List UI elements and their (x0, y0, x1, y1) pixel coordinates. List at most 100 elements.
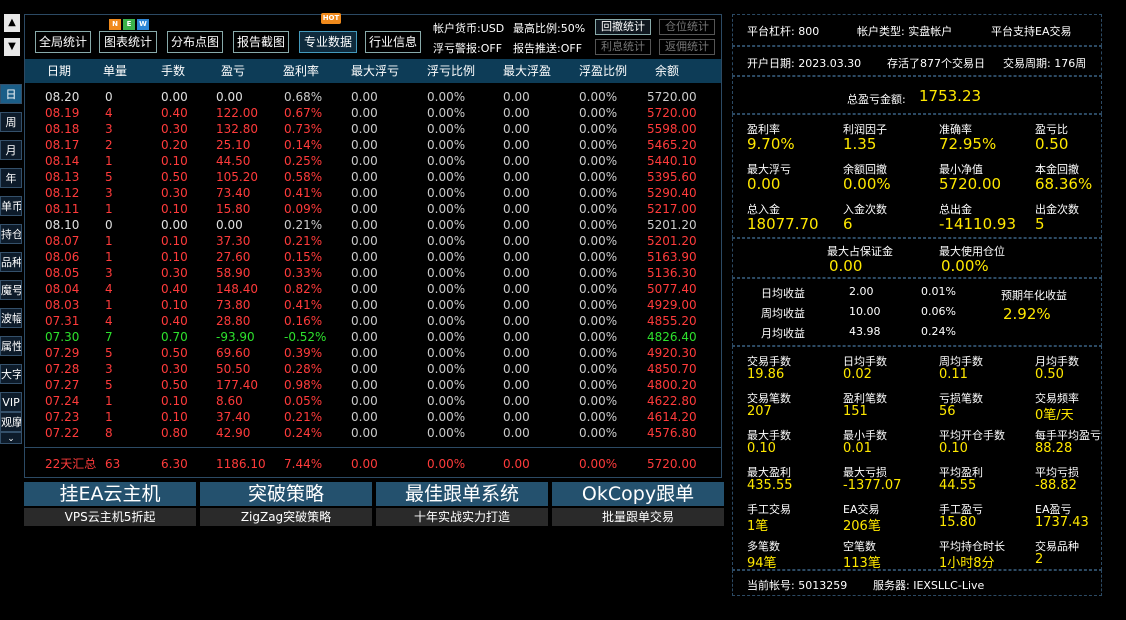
expand-chevron-icon[interactable]: ⌄ (0, 432, 22, 444)
side-vip-button[interactable]: VIP (0, 392, 22, 412)
trade-stat-value: 19.86 (747, 367, 785, 382)
cell-lossratio: 0.00% (427, 346, 466, 360)
side-holding-button[interactable]: 持仓 (0, 224, 22, 244)
period-week-button[interactable]: 周 (0, 112, 22, 132)
col-lots[interactable]: 手数 (161, 59, 185, 83)
avg-percent: 0.24% (921, 325, 956, 338)
cell-lots: 0.40 (161, 106, 188, 120)
position-stats-button[interactable]: 仓位统计 (659, 19, 715, 35)
cell-lossratio: 0.00% (427, 186, 466, 200)
table-row[interactable]: 08.06 1 0.10 27.60 0.15% 0.00 0.00% 0.00 0.00% 51… (25, 249, 721, 265)
banner-okcopy[interactable]: OkCopy跟单 批量跟单交易 (552, 482, 724, 526)
table-row[interactable]: 08.18 3 0.30 132.80 0.73% 0.00 0.00% 0.00 0.00% 5… (25, 121, 721, 137)
cell-maxloss: 0.00 (351, 234, 378, 248)
cell-maxloss: 0.00 (351, 186, 378, 200)
col-balance[interactable]: 余额 (655, 59, 679, 83)
avg-percent: 0.06% (921, 305, 956, 318)
cell-count: 5 (105, 170, 113, 184)
global-stats-button[interactable]: 全局统计 (35, 31, 91, 53)
current-account: 当前帐号: 5013259 (747, 579, 848, 592)
cell-lots: 0.30 (161, 362, 188, 376)
table-row[interactable]: 07.31 4 0.40 28.80 0.16% 0.00 0.00% 0.00 0.00% 48… (25, 313, 721, 329)
side-observe-button[interactable]: 观摩 (0, 412, 22, 432)
cell-date: 07.30 (45, 330, 80, 344)
table-row[interactable]: 08.19 4 0.40 122.00 0.67% 0.00 0.00% 0.00 0.00% 5… (25, 105, 721, 121)
cell-maxloss: 0.00 (351, 138, 378, 152)
cell-date: 08.04 (45, 282, 80, 296)
scroll-up-icon[interactable]: ▲ (4, 14, 20, 32)
side-single-currency-button[interactable]: 单币 (0, 196, 22, 216)
table-row[interactable]: 08.13 5 0.50 105.20 0.58% 0.00 0.00% 0.00 0.00% 5… (25, 169, 721, 185)
trade-stat-value: 1小时8分 (939, 556, 995, 571)
cell-lossratio: 0.00% (427, 330, 466, 344)
col-maxloss[interactable]: 最大浮亏 (351, 59, 399, 83)
cell-rate: 0.41% (284, 298, 323, 312)
table-row[interactable]: 07.28 3 0.30 50.50 0.28% 0.00 0.00% 0.00 0.00% 48… (25, 361, 721, 377)
col-lossratio[interactable]: 浮亏比例 (427, 59, 475, 83)
banner-copytrade[interactable]: 最佳跟单系统 十年实战实力打造 (376, 482, 548, 526)
distribution-chart-button[interactable]: 分布点图 (167, 31, 223, 53)
cell-balance: 5465.20 (647, 138, 697, 152)
col-gainratio[interactable]: 浮盈比例 (579, 59, 627, 83)
table-row[interactable]: 07.23 1 0.10 37.40 0.21% 0.00 0.00% 0.00 0.00% 46… (25, 409, 721, 425)
col-count[interactable]: 单量 (103, 59, 127, 83)
trade-stat-value: 44.55 (939, 478, 977, 493)
report-screenshot-button[interactable]: 报告截图 (233, 31, 289, 53)
side-magic-button[interactable]: 魔号 (0, 280, 22, 300)
table-row[interactable]: 08.03 1 0.10 73.80 0.41% 0.00 0.00% 0.00 0.00% 49… (25, 297, 721, 313)
industry-info-button[interactable]: 行业信息 (365, 31, 421, 53)
cell-gainratio: 0.00% (579, 362, 618, 376)
cell-maxloss: 0.00 (351, 346, 378, 360)
cell-maxgain: 0.00 (503, 282, 530, 296)
table-row[interactable]: 08.07 1 0.10 37.30 0.21% 0.00 0.00% 0.00 0.00% 52… (25, 233, 721, 249)
period-day-button[interactable]: 日 (0, 84, 22, 104)
cell-pnl: 25.10 (216, 138, 251, 152)
period-month-button[interactable]: 月 (0, 140, 22, 160)
side-bigfont-button[interactable]: 大字 (0, 364, 22, 384)
table-row[interactable]: 07.22 8 0.80 42.90 0.24% 0.00 0.00% 0.00 0.00% 45… (25, 425, 721, 441)
cell-lots: 0.10 (161, 394, 188, 408)
col-pnl[interactable]: 盈亏 (221, 59, 245, 83)
col-date[interactable]: 日期 (47, 59, 71, 83)
side-symbol-button[interactable]: 品种 (0, 252, 22, 272)
cell-balance: 5217.00 (647, 202, 697, 216)
trade-stat-value: 206笔 (843, 519, 881, 534)
pro-data-button[interactable]: 专业数据 (299, 31, 357, 53)
col-maxgain[interactable]: 最大浮盈 (503, 59, 551, 83)
interest-stats-button[interactable]: 利息统计 (595, 39, 651, 55)
stat-value: -14110.93 (939, 215, 1016, 233)
table-row[interactable]: 07.24 1 0.10 8.60 0.05% 0.00 0.00% 0.00 0.00% 462… (25, 393, 721, 409)
scroll-down-icon[interactable]: ▼ (4, 38, 20, 56)
table-row[interactable]: 08.20 0 0.00 0.00 0.68% 0.00 0.00% 0.00 0.00% 572… (25, 89, 721, 105)
rebate-stats-button[interactable]: 返佣统计 (659, 39, 715, 55)
trade-stat-value: 151 (843, 404, 868, 419)
cell-lossratio: 0.00% (427, 218, 466, 232)
cell-date: 08.13 (45, 170, 80, 184)
side-amplitude-button[interactable]: 波幅 (0, 308, 22, 328)
banner-breakout[interactable]: 突破策略 ZigZag突破策略 (200, 482, 372, 526)
table-row[interactable]: 08.17 2 0.20 25.10 0.14% 0.00 0.00% 0.00 0.00% 54… (25, 137, 721, 153)
cell-lossratio: 0.00% (427, 170, 466, 184)
side-attribute-button[interactable]: 属性 (0, 336, 22, 356)
table-row[interactable]: 08.04 4 0.40 148.40 0.82% 0.00 0.00% 0.00 0.00% 5… (25, 281, 721, 297)
table-row[interactable]: 08.05 3 0.30 58.90 0.33% 0.00 0.00% 0.00 0.00% 51… (25, 265, 721, 281)
cell-lossratio: 0.00% (427, 122, 466, 136)
cell-lossratio: 0.00% (427, 266, 466, 280)
cell-gainratio: 0.00% (579, 202, 618, 216)
cell-lossratio: 0.00% (427, 426, 466, 440)
table-row[interactable]: 07.27 5 0.50 177.40 0.98% 0.00 0.00% 0.00 0.00% 4… (25, 377, 721, 393)
trade-stat-value: 0.11 (939, 367, 968, 382)
banner-vps[interactable]: 挂EA云主机 VPS云主机5折起 (24, 482, 196, 526)
cell-lossratio: 0.00% (427, 154, 466, 168)
chart-stats-button[interactable]: 图表统计 (99, 31, 157, 53)
cell-gainratio: 0.00% (579, 330, 618, 344)
table-row[interactable]: 08.14 1 0.10 44.50 0.25% 0.00 0.00% 0.00 0.00% 54… (25, 153, 721, 169)
table-row[interactable]: 07.30 7 0.70 -93.90 -0.52% 0.00 0.00% 0.00 0.00%… (25, 329, 721, 345)
table-row[interactable]: 08.11 1 0.10 15.80 0.09% 0.00 0.00% 0.00 0.00% 52… (25, 201, 721, 217)
drawdown-stats-button[interactable]: 回撤统计 (595, 19, 651, 35)
col-rate[interactable]: 盈利率 (283, 59, 319, 83)
table-row[interactable]: 07.29 5 0.50 69.60 0.39% 0.00 0.00% 0.00 0.00% 49… (25, 345, 721, 361)
table-row[interactable]: 08.12 3 0.30 73.40 0.41% 0.00 0.00% 0.00 0.00% 52… (25, 185, 721, 201)
period-year-button[interactable]: 年 (0, 168, 22, 188)
table-row[interactable]: 08.10 0 0.00 0.00 0.21% 0.00 0.00% 0.00 0.00% 520… (25, 217, 721, 233)
